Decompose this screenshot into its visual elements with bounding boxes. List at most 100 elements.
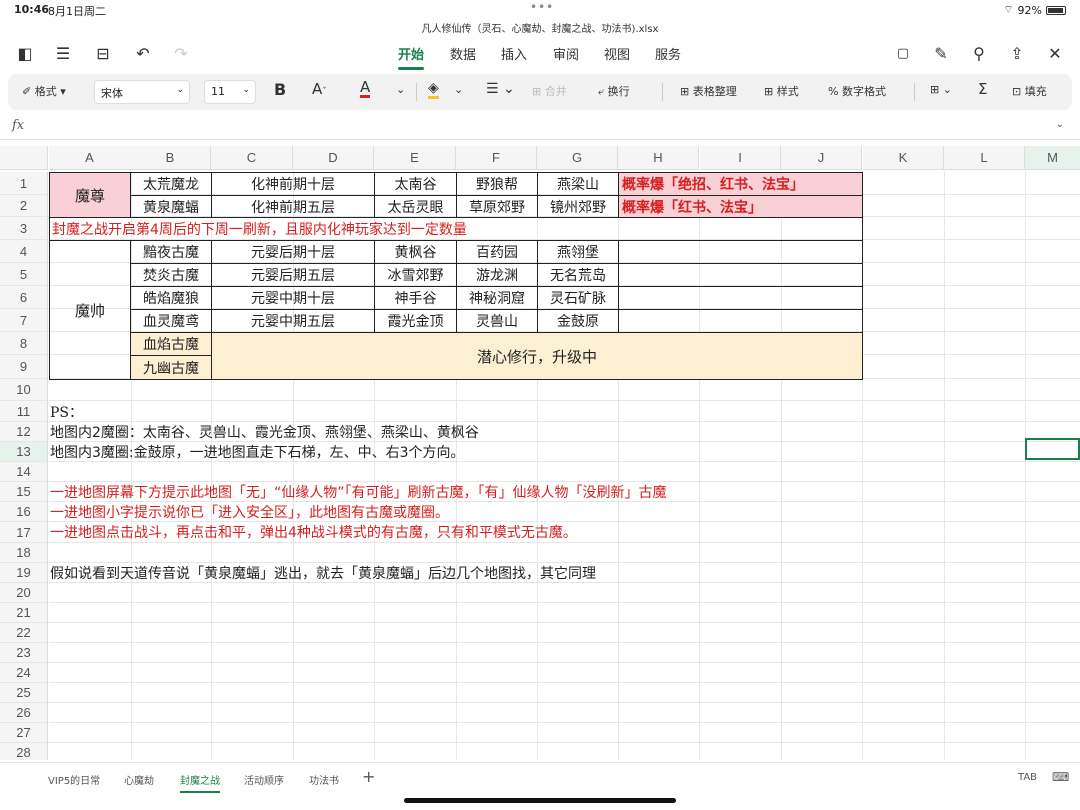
row-header-15[interactable]: 15 (0, 482, 48, 502)
column-header-l[interactable]: L (944, 146, 1025, 170)
cell-g1[interactable]: 燕梁山 (537, 172, 619, 196)
cell-b2[interactable]: 黄泉魔蝠 (130, 195, 212, 218)
cell-b8[interactable]: 血焰古魔 (130, 332, 212, 356)
spreadsheet-grid[interactable]: ABCDEFGHIJKLM 1 2 3 4 5 6 7 8 9 10 11 12 13 14 15 16 17 1… (0, 146, 1080, 760)
sheet-tab-fengmo[interactable]: 封魔之战 (180, 772, 220, 793)
cell-e6[interactable]: 神手谷 (374, 286, 457, 310)
redo-icon[interactable]: ↷ (170, 42, 192, 64)
note-r15[interactable]: 一进地图屏幕下方提示此地图「无」“仙缘人物”「有可能」刷新古魔，「有」仙缘人物「… (50, 482, 667, 502)
chevron-down-icon[interactable]: ⌄ (1056, 119, 1064, 130)
sheet-count-icon[interactable]: ▢ (892, 42, 914, 64)
cell-e2[interactable]: 太岳灵眼 (374, 195, 457, 218)
row-header-20[interactable]: 20 (0, 583, 48, 603)
column-header-h[interactable]: H (618, 146, 699, 170)
bold-icon[interactable]: B (274, 80, 286, 99)
cell-h7[interactable] (618, 309, 863, 333)
row-header-26[interactable]: 26 (0, 703, 48, 723)
wrap-button[interactable]: ⤶ 换行 (598, 83, 630, 99)
cell-f5[interactable]: 游龙渊 (456, 263, 538, 287)
cell-h2[interactable]: 概率爆「红书、法宝」 (618, 195, 863, 218)
menu-view[interactable]: 视图 (604, 44, 630, 63)
column-header-a[interactable]: A (49, 146, 131, 170)
close-icon[interactable]: ✕ (1044, 42, 1066, 64)
cell-h6[interactable] (618, 286, 863, 310)
row-header-12[interactable]: 12 (0, 422, 48, 442)
menu-icon[interactable]: ☰ (52, 42, 74, 64)
row-header-18[interactable]: 18 (0, 543, 48, 563)
cell-c7[interactable]: 元婴中期五层 (211, 309, 375, 333)
cell-b6[interactable]: 皓焰魔狼 (130, 286, 212, 310)
cell-g5[interactable]: 无名荒岛 (537, 263, 619, 287)
font-color-dropdown[interactable]: ⌄ (396, 83, 405, 96)
note-r17[interactable]: 一进地图点击战斗，再点击和平，弹出4种战斗模式的有古魔，只有和平模式无古魔。 (50, 522, 577, 542)
row-header-14[interactable]: 14 (0, 462, 48, 482)
font-size-select[interactable]: 11 ⌄ (204, 80, 256, 104)
tab-key[interactable]: TAB (1018, 772, 1037, 783)
sheet-tab-xinmojie[interactable]: 心魔劫 (124, 772, 154, 787)
cell-c2[interactable]: 化神前期五层 (211, 195, 375, 218)
cell-g7[interactable]: 金鼓原 (537, 309, 619, 333)
cell-mozun[interactable]: 魔尊 (49, 172, 131, 218)
row-header-21[interactable]: 21 (0, 603, 48, 623)
note-r12[interactable]: 地图内2魔圈：太南谷、灵兽山、霞光金顶、燕翎堡、燕梁山、黄枫谷 (50, 422, 479, 442)
cell-b5[interactable]: 焚炎古魔 (130, 263, 212, 287)
cell-b9[interactable]: 九幽古魔 (130, 355, 212, 380)
fill-color-icon[interactable]: ◈ (428, 80, 439, 99)
column-header-b[interactable]: B (130, 146, 211, 170)
cell-f7[interactable]: 灵兽山 (456, 309, 538, 333)
fill-button[interactable]: ⊡ 填充 (1012, 83, 1047, 99)
row-header-27[interactable]: 27 (0, 723, 48, 743)
row-header-13[interactable]: 13 (0, 442, 48, 462)
row-header-8[interactable]: 8 (0, 332, 48, 355)
cell-h4[interactable] (618, 240, 863, 264)
search-icon[interactable]: ⚲ (968, 42, 990, 64)
column-header-m[interactable]: M (1025, 146, 1080, 170)
cell-c1[interactable]: 化神前期十层 (211, 172, 375, 196)
row-col-button[interactable]: ⊞ ⌄ (930, 83, 952, 96)
cell-g4[interactable]: 燕翎堡 (537, 240, 619, 264)
cell-moshuai[interactable]: 魔帅 (49, 240, 131, 380)
note-r16[interactable]: 一进地图小字提示说你已「进入安全区」，此地图有古魔或魔圈。 (50, 502, 449, 522)
row-header-22[interactable]: 22 (0, 623, 48, 643)
cell-c4[interactable]: 元婴后期十层 (211, 240, 375, 264)
share-icon[interactable]: ⇪ (1006, 42, 1028, 64)
row-header-23[interactable]: 23 (0, 643, 48, 663)
sheet-tab-gongfa[interactable]: 功法书 (309, 772, 339, 787)
menu-insert[interactable]: 插入 (501, 44, 527, 63)
note-r13[interactable]: 地图内3魔圈:金鼓原，一进地图直走下石梯，左、中、右3个方向。 (50, 442, 465, 462)
home-indicator[interactable] (404, 798, 676, 803)
row-header-16[interactable]: 16 (0, 502, 48, 522)
cell-e1[interactable]: 太南谷 (374, 172, 457, 196)
row-header-1[interactable]: 1 (0, 172, 48, 195)
row-header-28[interactable]: 28 (0, 743, 48, 760)
row-header-2[interactable]: 2 (0, 195, 48, 217)
cell-g6[interactable]: 灵石矿脉 (537, 286, 619, 310)
merge-button[interactable]: ⊞ 合并 (532, 83, 567, 99)
pen-icon[interactable]: ✎ (930, 42, 952, 64)
column-header-g[interactable]: G (537, 146, 618, 170)
cell-g2[interactable]: 镜州郊野 (537, 195, 619, 218)
row-header-9[interactable]: 9 (0, 355, 48, 379)
column-header-f[interactable]: F (456, 146, 537, 170)
cell-b1[interactable]: 太荒魔龙 (130, 172, 212, 196)
align-icon[interactable]: ☰ ⌄ (486, 81, 515, 97)
row-header-24[interactable]: 24 (0, 663, 48, 683)
add-sheet-icon[interactable]: + (362, 767, 375, 786)
font-select[interactable]: 宋体 ⌄ (94, 80, 190, 104)
note-r19[interactable]: 假如说看到天道传音说「黄泉魔蝠」逃出，就去「黄泉魔蝠」后边几个地图找，其它同理 (50, 563, 596, 583)
style-button[interactable]: ⊞ 样式 (764, 83, 799, 99)
cell-c5[interactable]: 元婴后期五层 (211, 263, 375, 287)
cell-e5[interactable]: 冰雪郊野 (374, 263, 457, 287)
row-header-11[interactable]: 11 (0, 401, 48, 422)
row-header-3[interactable]: 3 (0, 217, 48, 240)
cell-f6[interactable]: 神秘洞窟 (456, 286, 538, 310)
select-all-corner[interactable] (0, 146, 48, 170)
row-header-5[interactable]: 5 (0, 263, 48, 286)
cell-b4[interactable]: 黯夜古魔 (130, 240, 212, 264)
format-button[interactable]: ✐ 格式 ▾ (22, 83, 66, 99)
sidebar-icon[interactable]: ◧ (14, 42, 36, 64)
row-header-19[interactable]: 19 (0, 563, 48, 583)
menu-data[interactable]: 数据 (450, 44, 476, 63)
formula-bar[interactable]: fx ⌄ (0, 114, 1080, 140)
row-header-7[interactable]: 7 (0, 309, 48, 332)
